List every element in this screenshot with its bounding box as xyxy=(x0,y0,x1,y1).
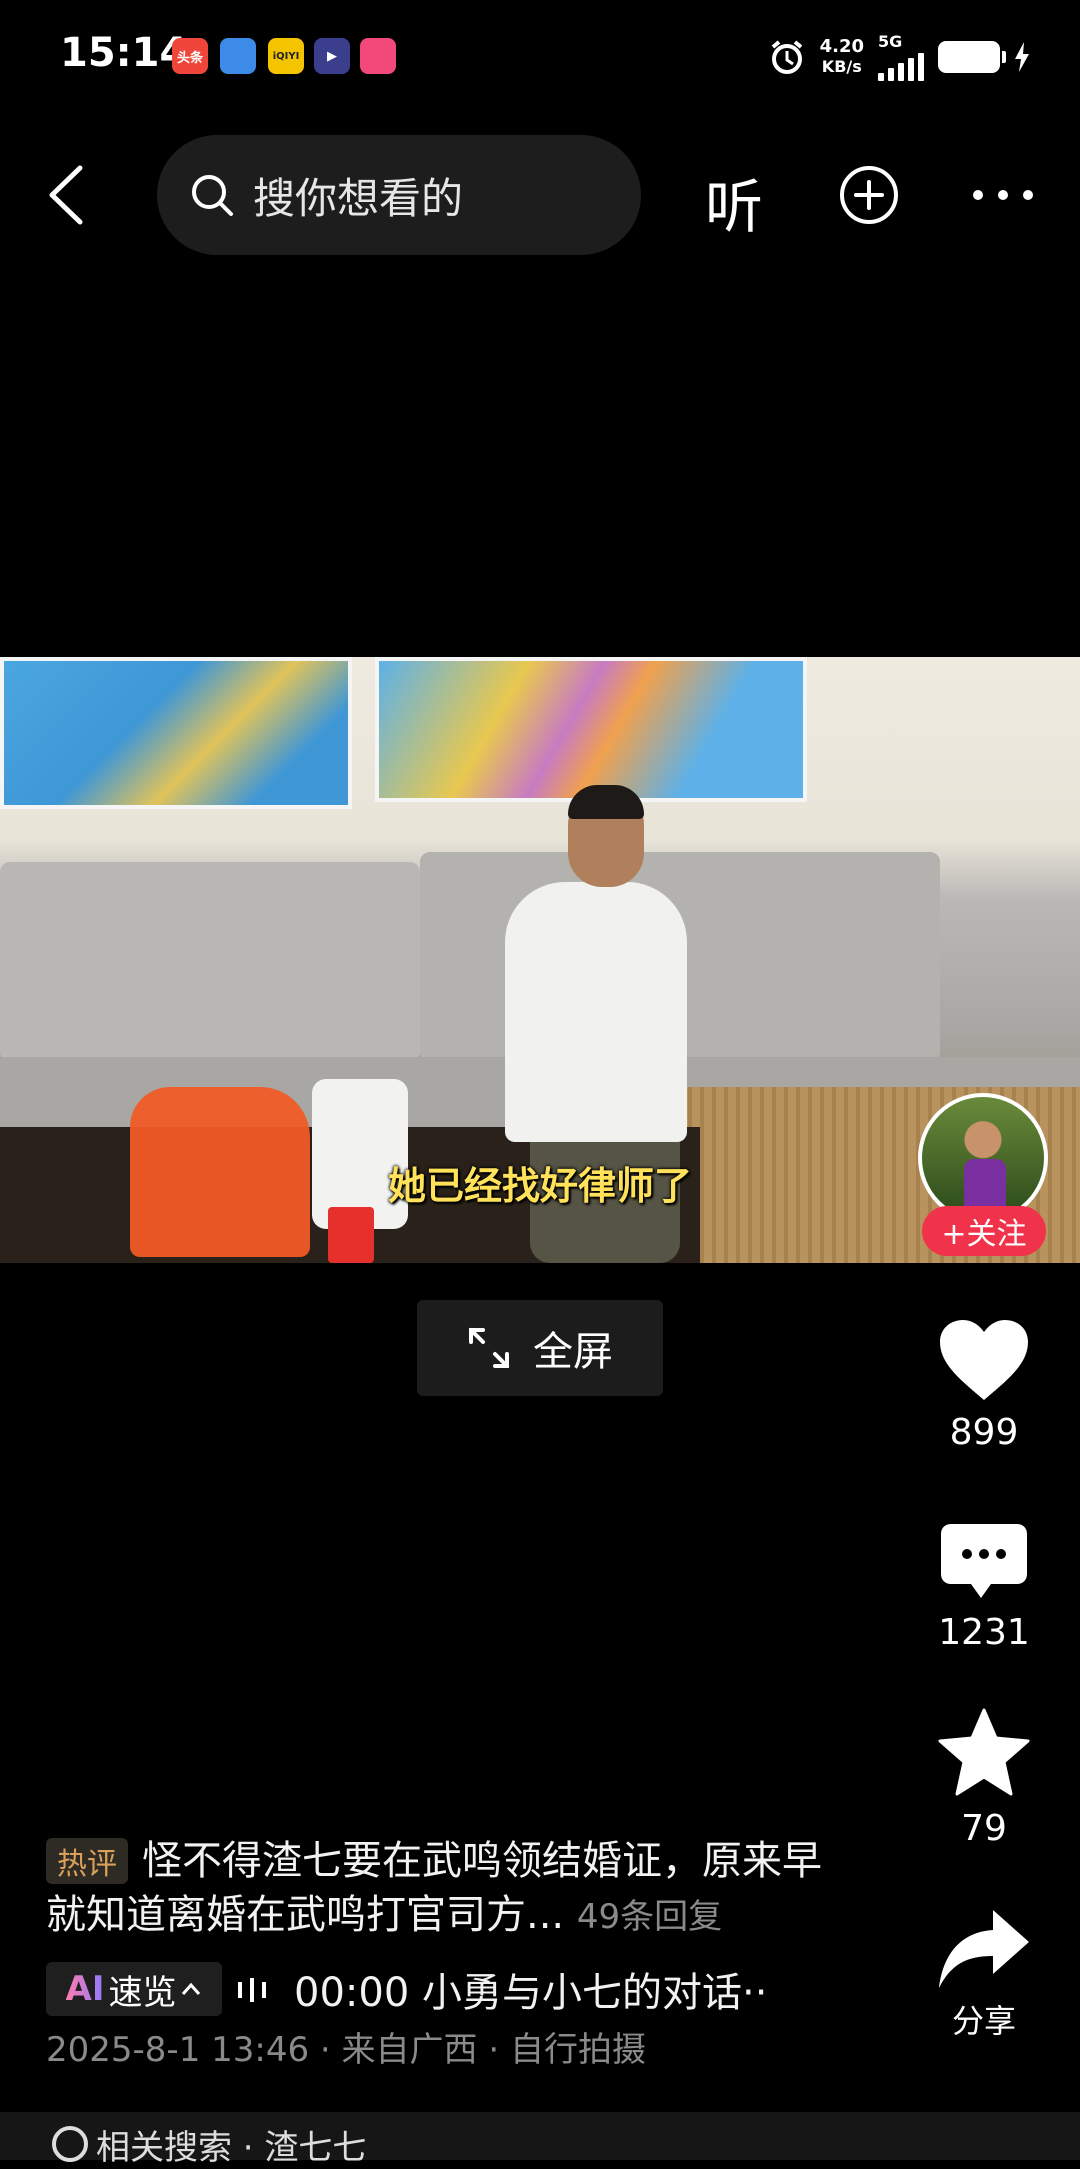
ai-summary-label: 速览 xyxy=(108,1972,177,2013)
more-options-icon[interactable] xyxy=(970,180,1036,210)
like-button[interactable]: 899 xyxy=(920,1318,1048,1453)
play-app-icon: ▶ xyxy=(314,38,350,74)
china-map-poster xyxy=(375,657,807,802)
person-body xyxy=(505,882,687,1142)
alarm-icon xyxy=(771,39,802,74)
bilibili-app-icon xyxy=(360,38,396,74)
search-input[interactable]: 搜你想看的 xyxy=(157,135,641,255)
like-count: 899 xyxy=(949,1412,1019,1453)
share-label: 分享 xyxy=(951,2002,1016,2040)
search-icon xyxy=(52,2126,88,2162)
hot-comment[interactable]: 怪不得渣七要在武鸣领结婚证，原来早就知道离婚在武鸣打官司方... 49条回复 xyxy=(46,1834,846,1944)
net-speed: 4.20 KB/s xyxy=(819,35,864,76)
related-search-text: 相关搜索 · 渣七七 xyxy=(96,2128,367,2168)
sofa-left xyxy=(0,862,420,1062)
related-search-bar[interactable]: 相关搜索 · 渣七七 xyxy=(0,2112,1080,2168)
favorite-count: 79 xyxy=(961,1808,1007,1849)
red-cup xyxy=(328,1207,374,1263)
ai-summary-text[interactable]: 00:00 小勇与小七的对话·· xyxy=(294,1960,767,2018)
ai-summary-toggle[interactable]: AI 速览 xyxy=(46,1962,222,2016)
fullscreen-label: 全屏 xyxy=(533,1329,613,1375)
listen-button[interactable]: 听 xyxy=(705,160,763,244)
comment-button[interactable]: 1231 xyxy=(920,1522,1048,1653)
author-avatar[interactable] xyxy=(918,1093,1048,1223)
audio-wave-icon xyxy=(238,1978,266,2002)
world-map-poster xyxy=(0,657,352,809)
chevron-up-icon xyxy=(182,1982,201,1995)
back-arrow-icon[interactable] xyxy=(40,160,100,230)
charging-icon xyxy=(1015,41,1029,72)
search-icon xyxy=(192,175,233,216)
battery-icon xyxy=(938,40,1006,73)
heart-icon xyxy=(940,1320,1028,1400)
star-icon xyxy=(938,1708,1030,1796)
share-arrow-icon xyxy=(939,1910,1029,1988)
add-circle-icon[interactable] xyxy=(838,164,900,226)
search-placeholder: 搜你想看的 xyxy=(253,173,464,223)
video-player[interactable]: 她已经找好律师了 xyxy=(0,657,1080,1263)
comment-count: 1231 xyxy=(938,1612,1030,1653)
post-meta: 2025-8-1 13:46 · 来自广西 · 自行拍摄 xyxy=(46,2030,646,2070)
app-icon xyxy=(220,38,256,74)
replies-count[interactable]: 49条回复 xyxy=(577,1897,722,1937)
follow-button[interactable]: +关注 xyxy=(922,1206,1046,1256)
status-indicators: 4.20 KB/s 5G xyxy=(768,32,1030,81)
signal-icon xyxy=(878,51,924,81)
comment-icon xyxy=(941,1524,1027,1598)
status-time: 15:14 xyxy=(60,30,188,76)
net-type: 5G xyxy=(878,32,903,51)
hot-comment-tag: 热评 xyxy=(46,1838,128,1884)
expand-icon xyxy=(469,1328,509,1368)
favorite-button[interactable]: 79 xyxy=(920,1708,1048,1849)
share-button[interactable]: 分享 xyxy=(920,1908,1048,2042)
toutiao-app-icon: 头条 xyxy=(172,38,208,74)
ai-label: AI xyxy=(65,1969,105,2009)
fullscreen-button[interactable]: 全屏 xyxy=(417,1300,663,1396)
iqiyi-app-icon: iQIYI xyxy=(268,38,304,74)
